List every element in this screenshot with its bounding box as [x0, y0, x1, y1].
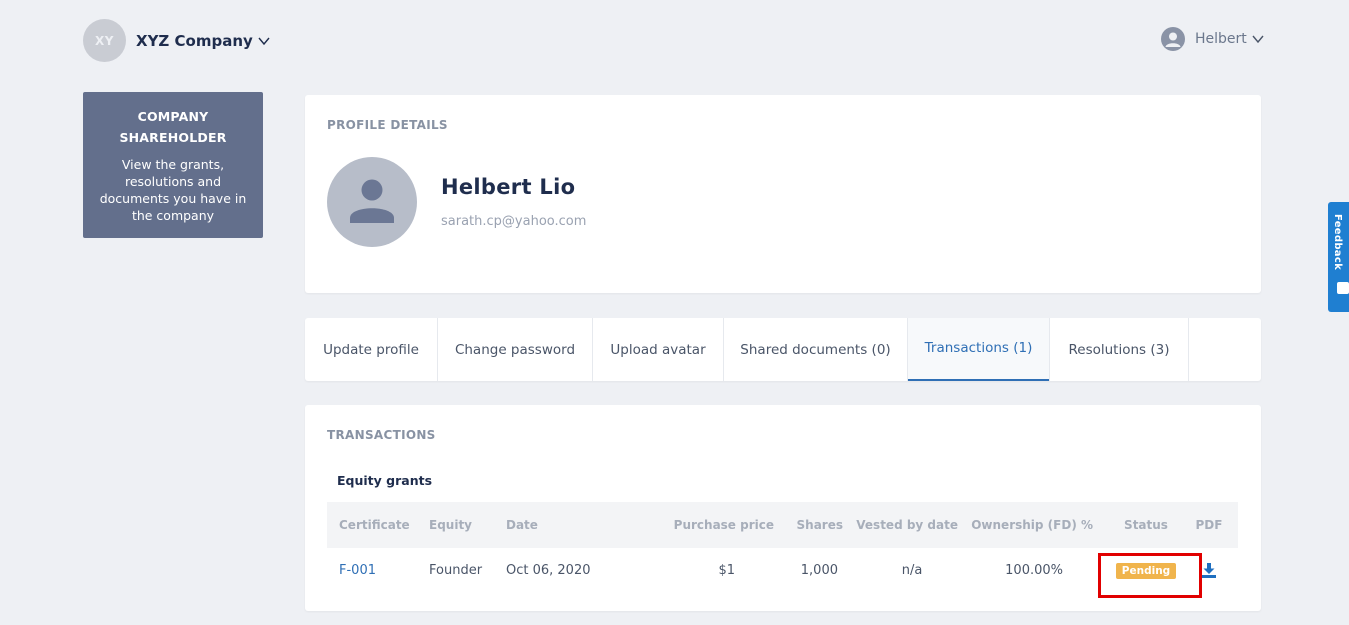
tab-resolutions[interactable]: Resolutions (3) [1050, 318, 1189, 381]
profile-details-card: PROFILE DETAILS Helbert Lio sarath.cp@ya… [305, 95, 1261, 293]
date-cell: Oct 06, 2020 [506, 563, 591, 578]
ownership-cell: 100.00% [1005, 563, 1063, 578]
certificate-link[interactable]: F-001 [339, 548, 376, 593]
role-description: View the grants, resolutions and documen… [99, 157, 247, 223]
feedback-tab[interactable]: Feedback [1328, 202, 1349, 312]
feedback-icon [1337, 282, 1349, 294]
column-header-certificate: Certificate [339, 518, 410, 532]
user-menu[interactable]: Helbert [1161, 27, 1265, 51]
user-avatar-icon [1161, 27, 1185, 51]
profile-avatar-icon [327, 157, 417, 247]
column-header-ownership: Ownership (FD) % [971, 518, 1093, 532]
tab-update-profile[interactable]: Update profile [305, 318, 438, 381]
column-header-status: Status [1124, 518, 1168, 532]
company-switcher[interactable]: XY XYZ Company [83, 19, 271, 62]
vested-by-date-cell: n/a [901, 563, 923, 578]
transactions-section-label: TRANSACTIONS [327, 428, 436, 442]
profile-section-label: PROFILE DETAILS [327, 118, 448, 132]
download-icon[interactable] [1202, 563, 1216, 578]
role-info-box: COMPANY SHAREHOLDER View the grants, res… [83, 92, 263, 238]
shares-cell: 1,000 [800, 563, 838, 578]
profile-email: sarath.cp@yahoo.com [441, 214, 587, 229]
column-header-date: Date [506, 518, 538, 532]
tab-transactions[interactable]: Transactions (1) [908, 318, 1050, 381]
column-header-vested-by-date: Vested by date [856, 518, 958, 532]
company-name: XYZ Company [136, 31, 253, 50]
tab-upload-avatar[interactable]: Upload avatar [593, 318, 724, 381]
company-avatar: XY [83, 19, 126, 62]
tab-shared-documents[interactable]: Shared documents (0) [724, 318, 908, 381]
column-header-equity: Equity [429, 518, 473, 532]
role-title-line1: COMPANY [137, 109, 209, 124]
profile-tabs: Update profile Change password Upload av… [305, 318, 1261, 381]
chevron-down-icon [1252, 35, 1264, 44]
purchase-price-cell: $1 [718, 563, 735, 578]
equity-cell: Founder [429, 563, 483, 578]
column-header-purchase-price: Purchase price [673, 518, 774, 532]
table-header: Certificate Equity Date Purchase price S… [327, 502, 1238, 548]
chevron-down-icon [258, 37, 270, 45]
profile-name: Helbert Lio [441, 175, 576, 199]
status-highlight-box [1098, 553, 1202, 598]
tab-change-password[interactable]: Change password [438, 318, 593, 381]
role-title-line2: SHAREHOLDER [119, 130, 227, 145]
user-name: Helbert [1195, 31, 1247, 47]
column-header-shares: Shares [796, 518, 843, 532]
equity-grants-label: Equity grants [337, 473, 433, 488]
column-header-pdf: PDF [1195, 518, 1223, 532]
feedback-label: Feedback [1332, 214, 1343, 271]
